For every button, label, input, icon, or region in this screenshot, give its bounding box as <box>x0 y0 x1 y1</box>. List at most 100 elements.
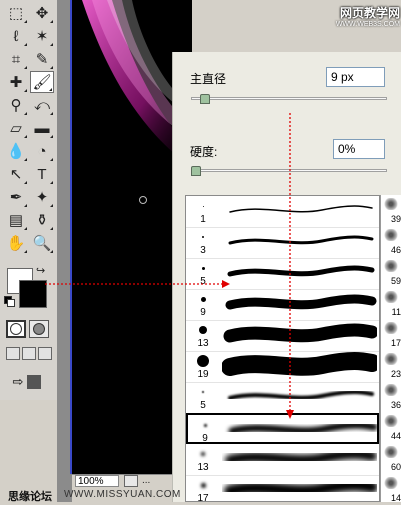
dodge-tool[interactable]: ◔ <box>30 140 54 162</box>
brush-preset-row[interactable]: 9 <box>186 289 379 321</box>
brush-tip-icon <box>202 205 204 207</box>
master-diameter-label: 主直径 <box>190 72 227 86</box>
brush-preset-row[interactable]: 5 <box>186 258 379 290</box>
hardness-label: 硬度: <box>190 145 218 159</box>
magic-wand-tool[interactable]: ✶ <box>30 25 54 47</box>
scatter-brush-icon <box>384 291 398 303</box>
history-brush-tool[interactable]: ⤺ <box>30 94 54 116</box>
eraser-tool-icon: ▱ <box>10 120 22 137</box>
brush-tip-icon <box>200 482 206 488</box>
zoom-tool[interactable]: 🔍 <box>30 232 54 254</box>
brush-preset-row[interactable]: 13 <box>186 444 379 476</box>
scatter-brush-icon <box>384 446 398 458</box>
brush-preset-row[interactable]: 3 <box>186 227 379 259</box>
brush-size-label: 3 <box>200 245 206 256</box>
tool-flyout-indicator <box>50 43 53 46</box>
scroll-preset-size: 59 <box>390 276 401 286</box>
brush-tool[interactable]: 🖌 <box>30 71 54 93</box>
scroll-preset-thumb[interactable]: 23 <box>381 350 401 381</box>
brush-preset-row[interactable]: 1 <box>186 196 379 228</box>
pen-tool[interactable]: ✒ <box>4 186 28 208</box>
scatter-brush-icon <box>384 198 398 210</box>
scroll-preset-thumb[interactable]: 39 <box>381 195 401 226</box>
brush-preset-list[interactable]: 1 3 5 9 13 19 5 9 13 17 <box>185 195 380 502</box>
hardness-slider-thumb[interactable] <box>191 166 201 176</box>
gradient-tool-icon: ▬ <box>34 119 50 137</box>
swap-colors-icon[interactable]: ↪ <box>36 264 45 277</box>
full-screen-mode-button[interactable] <box>38 347 52 360</box>
master-diameter-slider[interactable] <box>191 97 387 100</box>
eyedropper-tool[interactable]: ⚱ <box>30 209 54 231</box>
brush-stroke-preview <box>227 265 375 277</box>
master-diameter-field[interactable]: 9 px <box>326 67 385 87</box>
healing-brush-tool[interactable]: ✚ <box>4 71 28 93</box>
brush-tip-icon <box>201 452 205 456</box>
zoom-tool-icon: 🔍 <box>32 235 52 252</box>
brush-cursor <box>139 196 147 204</box>
scroll-preset-thumb[interactable]: 17 <box>381 319 401 350</box>
tool-flyout-indicator <box>50 227 53 230</box>
tool-flyout-indicator <box>24 20 27 23</box>
hand-tool[interactable]: ✋ <box>4 232 28 254</box>
standard-screen-mode-button[interactable] <box>6 347 20 360</box>
notes-tool[interactable]: ▤ <box>4 209 28 231</box>
hardness-field[interactable]: 0% <box>333 139 385 159</box>
gradient-tool[interactable]: ▬ <box>30 117 54 139</box>
master-diameter-slider-thumb[interactable] <box>200 94 211 104</box>
status-more-text: ... <box>142 475 151 486</box>
brush-stroke-preview <box>223 323 377 343</box>
tool-flyout-indicator <box>24 204 27 207</box>
brush-size-label: 13 <box>197 462 209 473</box>
brush-size-label: 13 <box>197 338 209 349</box>
jump-to-imageready-button[interactable]: ⇨ <box>5 372 49 392</box>
brush-preset-row[interactable]: 19 <box>186 351 379 383</box>
scroll-preset-thumb[interactable]: 44 <box>381 412 401 443</box>
blur-tool[interactable]: 💧 <box>4 140 28 162</box>
scroll-preset-thumb[interactable]: 46 <box>381 226 401 257</box>
type-tool[interactable]: T <box>30 163 54 185</box>
tool-flyout-indicator <box>24 227 27 230</box>
slice-tool[interactable]: ✎ <box>30 48 54 70</box>
scatter-brush-icon <box>384 353 398 365</box>
brush-stroke-preview <box>225 294 377 310</box>
scatter-brush-icon <box>384 384 398 396</box>
blur-tool-icon: 💧 <box>6 143 26 160</box>
brush-preset-row[interactable]: 13 <box>186 320 379 352</box>
scroll-preset-size: 39 <box>390 214 401 224</box>
full-screen-menu-mode-button[interactable] <box>22 347 36 360</box>
lasso-tool[interactable]: ℓ <box>4 25 28 47</box>
brush-size-label: 9 <box>202 433 208 444</box>
eraser-tool[interactable]: ▱ <box>4 117 28 139</box>
move-tool[interactable]: ✥ <box>30 2 54 24</box>
marquee-tool[interactable]: ⬚ <box>4 2 28 24</box>
brush-preset-row[interactable]: 5 <box>186 382 379 414</box>
crop-tool[interactable]: ⌗ <box>4 48 28 70</box>
scatter-brush-icon <box>384 415 398 427</box>
scatter-brush-icon <box>384 322 398 334</box>
background-color-swatch[interactable] <box>19 280 47 308</box>
status-info-icon[interactable] <box>124 475 138 487</box>
scroll-preset-thumb[interactable]: 59 <box>381 257 401 288</box>
imageready-logo-icon <box>27 375 42 389</box>
tool-flyout-indicator <box>50 181 53 184</box>
site-watermark-title: 网页教学网 <box>339 6 400 20</box>
scroll-preset-thumb[interactable]: 60 <box>381 443 401 474</box>
site-watermark-url: WWW.WEB3S.COM <box>335 21 400 28</box>
zoom-field[interactable]: 100% <box>75 475 119 487</box>
standard-mode-button[interactable] <box>6 320 26 338</box>
custom-shape-tool-icon: ✦ <box>35 189 49 206</box>
hardness-slider[interactable] <box>191 169 387 172</box>
imageready-icon: ⇨ <box>12 374 24 389</box>
path-selection-tool[interactable]: ↖ <box>4 163 28 185</box>
scroll-preset-thumb[interactable]: 36 <box>381 381 401 412</box>
clone-stamp-tool[interactable]: ⚲ <box>4 94 28 116</box>
scroll-preset-thumb[interactable]: 11 <box>381 288 401 319</box>
brush-stroke-preview <box>228 235 374 245</box>
tool-flyout-indicator <box>50 20 53 23</box>
brush-preset-row[interactable]: 9 <box>186 413 379 444</box>
type-tool-icon: T <box>37 165 47 183</box>
tool-flyout-indicator <box>50 112 53 115</box>
custom-shape-tool[interactable]: ✦ <box>30 186 54 208</box>
default-colors-icon[interactable] <box>4 296 15 307</box>
quick-mask-mode-button[interactable] <box>29 320 49 338</box>
